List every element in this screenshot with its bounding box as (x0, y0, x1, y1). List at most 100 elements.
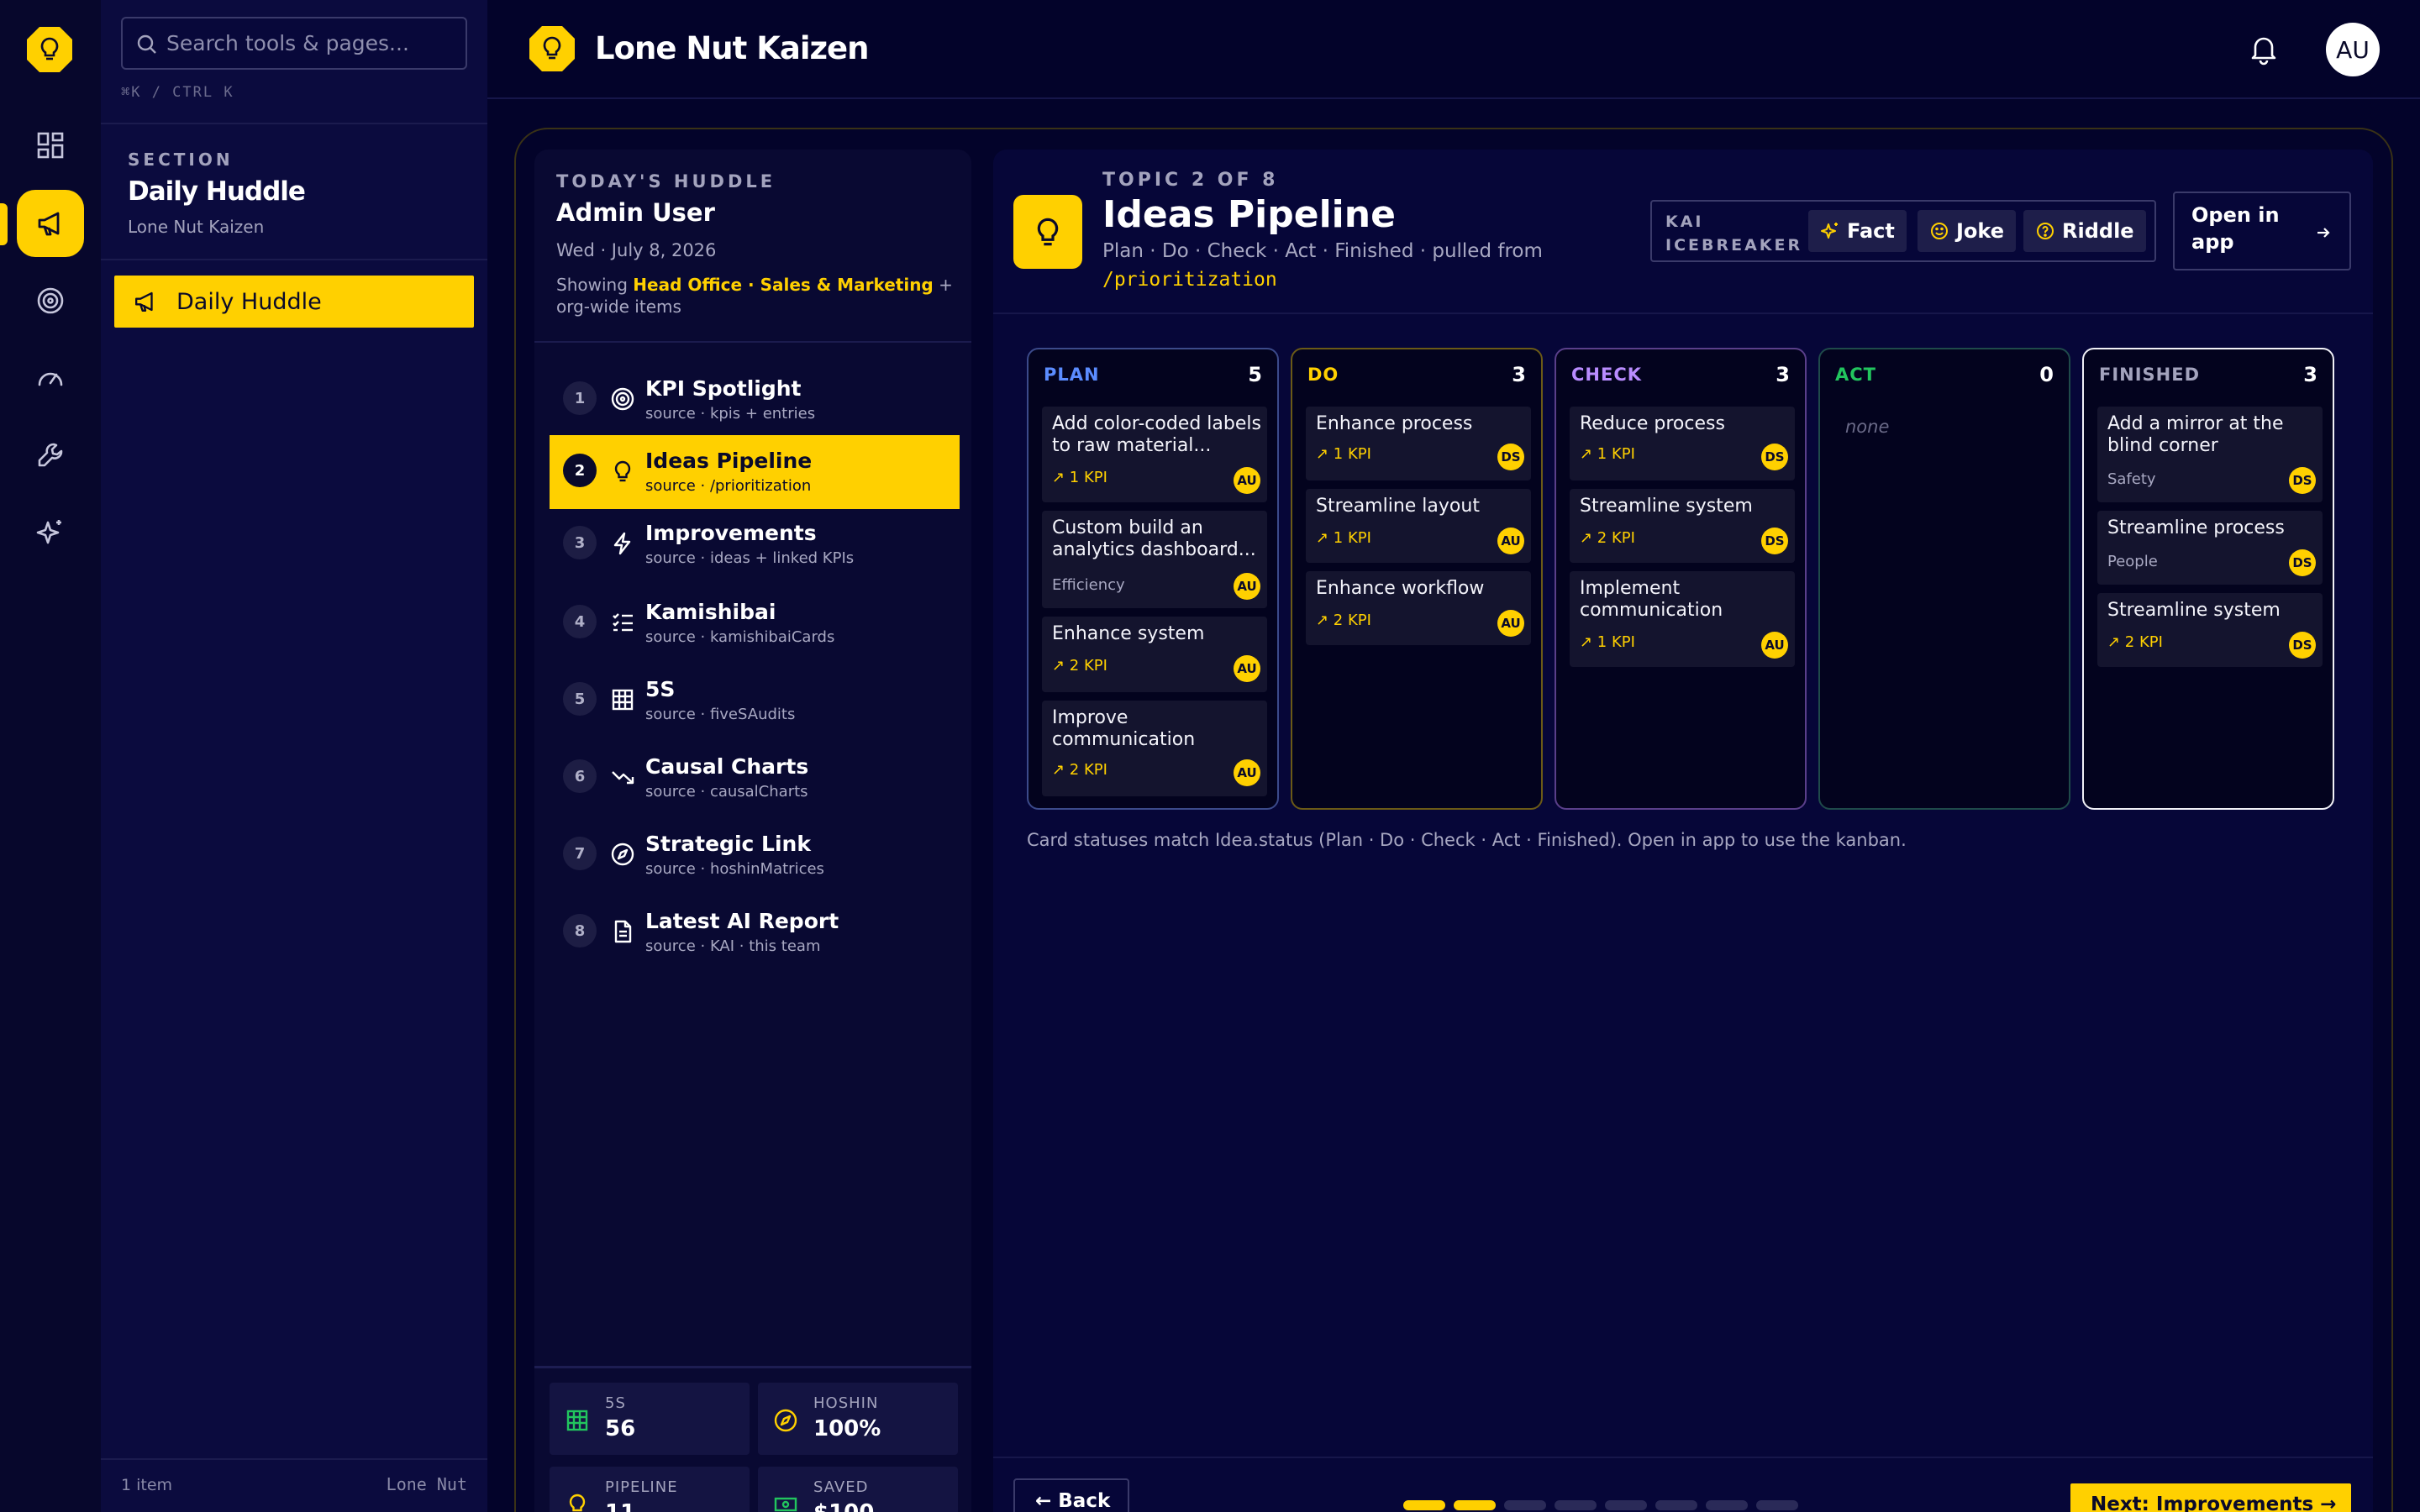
agenda-item-5s[interactable]: 5 5S source · fiveSAudits (550, 664, 960, 738)
grid-icon (612, 689, 634, 711)
progress-dot[interactable] (1454, 1500, 1496, 1510)
rail-huddle-button[interactable] (17, 190, 84, 257)
rail-active-marker (0, 203, 8, 245)
app-logo-icon[interactable] (25, 25, 74, 74)
idea-card[interactable]: Enhance workflow ↗ 2 KPI AU (1306, 571, 1531, 645)
agenda-item-kamishibai[interactable]: 4 Kamishibai source · kamishibaiCards (550, 586, 960, 660)
progress-dot[interactable] (1756, 1500, 1798, 1510)
sparkles-icon (36, 520, 61, 544)
agenda-item-title: Latest AI Report (645, 909, 839, 933)
stat-pipeline: PIPELINE 11 (550, 1467, 750, 1512)
card-category-tag: Efficiency (1052, 576, 1125, 594)
dashboard-icon (37, 132, 64, 159)
progress-dot[interactable] (1504, 1500, 1546, 1510)
icebreaker-riddle-button[interactable]: Riddle (2023, 210, 2146, 252)
stat-hoshin: HOSHIN 100% (758, 1383, 958, 1455)
document-icon (614, 920, 632, 943)
idea-card[interactable]: Custom build an analytics dashboard... E… (1042, 511, 1267, 608)
progress-dot[interactable] (1403, 1500, 1445, 1510)
section-eyebrow: SECTION (128, 150, 234, 170)
column-count: 3 (2303, 363, 2317, 386)
idea-card[interactable]: Reduce process ↗ 1 KPI DS (1570, 407, 1795, 480)
card-title: Streamline layout (1316, 496, 1480, 517)
search-box[interactable] (121, 17, 467, 70)
topic-eyebrow: TOPIC 2 OF 8 (1102, 170, 1279, 191)
stat-value: 56 (605, 1416, 636, 1441)
card-owner-avatar: DS (1761, 528, 1788, 554)
idea-card[interactable]: Streamline layout ↗ 1 KPI AU (1306, 489, 1531, 563)
agenda-divider (534, 341, 971, 343)
kanban-column-do: DO 3 Enhance process ↗ 1 KPI DS Streamli… (1291, 348, 1543, 810)
card-title: Improve communication (1052, 707, 1196, 750)
notifications-bell-icon[interactable] (2247, 32, 2281, 66)
board-divider (993, 312, 2373, 314)
agenda-item-ideas-pipeline[interactable]: 2 Ideas Pipeline source · /prioritizatio… (550, 435, 960, 509)
open-in-app-button[interactable]: Open in app (2173, 192, 2351, 270)
sidebar-divider (101, 123, 487, 124)
icebreaker-joke-button[interactable]: Joke (1918, 210, 2017, 252)
checklist-icon (613, 613, 633, 632)
idea-card[interactable]: Streamline process People DS (2097, 511, 2323, 585)
lightbulb-icon (1037, 218, 1059, 246)
lightning-icon (613, 532, 631, 555)
user-avatar[interactable]: AU (2326, 23, 2380, 76)
idea-card[interactable]: Add color-coded labels to raw material..… (1042, 407, 1267, 502)
rail-dashboard-button[interactable] (17, 112, 84, 179)
target-icon (37, 287, 64, 314)
sidebar-item-daily-huddle[interactable]: Daily Huddle (114, 276, 474, 328)
idea-card[interactable]: Enhance system ↗ 2 KPI AU (1042, 617, 1267, 692)
idea-card[interactable]: Add a mirror at the blind corner Safety … (2097, 407, 2323, 502)
agenda-item-source: source · KAI · this team (645, 937, 821, 955)
agenda-item-kpi-spotlight[interactable]: 1 KPI Spotlight source · kpis + entries (550, 363, 960, 437)
progress-dot[interactable] (1605, 1500, 1647, 1510)
back-button[interactable]: ← Back (1013, 1478, 1129, 1512)
rail-targets-button[interactable] (17, 267, 84, 334)
agenda-item-strategic-link[interactable]: 7 Strategic Link source · hoshinMatrices (550, 818, 960, 892)
icon-rail (0, 0, 101, 1512)
idea-card[interactable]: Implement communication ↗ 1 KPI AU (1570, 571, 1795, 667)
wrench-icon (38, 443, 63, 467)
column-name: DO (1307, 365, 1339, 385)
stat-5s: 5S 56 (550, 1383, 750, 1455)
idea-card[interactable]: Streamline system ↗ 2 KPI DS (2097, 593, 2323, 667)
card-kpi-link: ↗ 2 KPI (1052, 761, 1107, 779)
icebreaker-fact-button[interactable]: Fact (1808, 210, 1907, 252)
idea-card[interactable]: Enhance process ↗ 1 KPI DS (1306, 407, 1531, 480)
lightbulb-icon (569, 1494, 586, 1512)
idea-card[interactable]: Streamline system ↗ 2 KPI DS (1570, 489, 1795, 563)
sidebar-footer-brand: Lone Nut (386, 1474, 467, 1494)
rail-ai-button[interactable] (17, 499, 84, 566)
agenda-item-title: Ideas Pipeline (645, 449, 813, 473)
column-count: 3 (1512, 363, 1526, 386)
next-topic-button[interactable]: Next: Improvements → (2070, 1483, 2351, 1512)
rail-tools-button[interactable] (17, 422, 84, 489)
progress-dot[interactable] (1655, 1500, 1697, 1510)
question-circle-icon (2037, 223, 2054, 239)
gauge-icon (38, 372, 63, 386)
kai-icebreaker: KAI ICEBREAKER Fact Joke Riddle (1650, 200, 2156, 262)
stat-label: HOSHIN (813, 1394, 879, 1412)
column-count: 0 (2039, 363, 2054, 386)
trend-down-icon (612, 771, 634, 785)
search-input[interactable] (166, 31, 466, 55)
column-name: ACT (1835, 365, 1876, 385)
agenda-item-latest-ai-report[interactable]: 8 Latest AI Report source · KAI · this t… (550, 895, 960, 969)
stat-value: 11 (605, 1500, 635, 1512)
progress-dot[interactable] (1706, 1500, 1748, 1510)
rail-kpi-button[interactable] (17, 344, 84, 412)
topic-icon-tile (1013, 195, 1082, 269)
idea-card[interactable]: Improve communication ↗ 2 KPI AU (1042, 701, 1267, 796)
agenda-item-causal-charts[interactable]: 6 Causal Charts source · causalCharts (550, 741, 960, 815)
column-empty-state: none (1845, 417, 1890, 437)
brand-logo-icon[interactable] (528, 24, 576, 73)
lightbulb-icon (614, 460, 631, 482)
agenda-item-source: source · kamishibaiCards (645, 628, 835, 646)
topic-source-path[interactable]: /prioritization (1102, 269, 1277, 291)
stat-label: SAVED (813, 1478, 869, 1496)
agenda-item-number: 1 (563, 381, 597, 415)
progress-dot[interactable] (1555, 1500, 1597, 1510)
agenda-item-improvements[interactable]: 3 Improvements source · ideas + linked K… (550, 507, 960, 581)
icebreaker-button-label: Joke (1956, 219, 2005, 243)
megaphone-icon (38, 212, 60, 236)
sidebar-footer-divider (101, 1458, 487, 1460)
